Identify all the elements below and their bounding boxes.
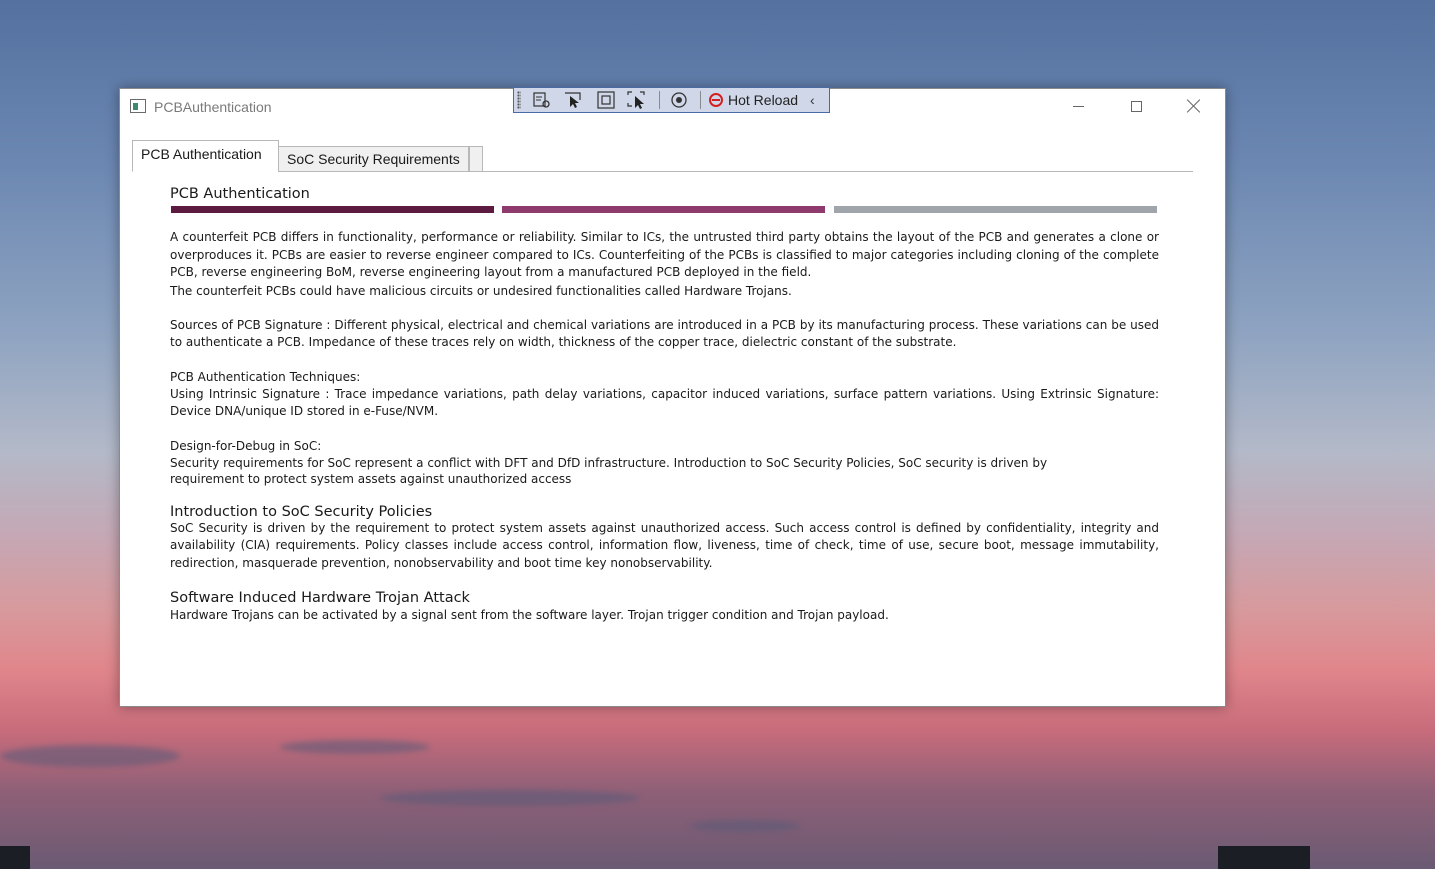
binding-failures-icon	[627, 91, 645, 109]
techniques-paragraph: Using Intrinsic Signature : Trace impeda…	[170, 386, 1159, 419]
close-button[interactable]	[1165, 89, 1223, 123]
display-layout-adorners-icon	[597, 91, 615, 109]
tab-soc-security-requirements[interactable]: SoC Security Requirements	[278, 146, 469, 172]
maximize-button[interactable]	[1107, 89, 1165, 123]
policies-title: Introduction to SoC Security Policies	[170, 503, 433, 520]
policies-paragraph: SoC Security is driven by the requiremen…	[170, 520, 1159, 570]
tab-overflow[interactable]	[469, 146, 483, 172]
techniques-heading: PCB Authentication Techniques:	[170, 369, 361, 384]
tab-strip: PCB Authentication SoC Security Requirem…	[132, 139, 1193, 172]
hot-reload-status-button[interactable]	[668, 90, 690, 110]
page-title: PCB Authentication	[170, 186, 310, 202]
hot-reload-label[interactable]: Hot Reload	[728, 92, 798, 108]
divider-bar-2	[502, 206, 825, 213]
track-focus-button[interactable]	[563, 90, 585, 110]
drag-grip-icon[interactable]	[517, 91, 521, 109]
divider-bar-1	[171, 206, 494, 213]
section-divider-bars	[170, 206, 1159, 214]
background-cloud	[690, 820, 800, 832]
intro-trojan-line: The counterfeit PCBs could have maliciou…	[170, 283, 792, 298]
binding-failures-button[interactable]	[627, 90, 649, 110]
hot-reload-stop-icon[interactable]	[709, 93, 723, 107]
toolbar-separator	[659, 91, 660, 109]
close-icon	[1187, 99, 1201, 113]
trojan-paragraph: Hardware Trojans can be activated by a s…	[170, 608, 889, 622]
app-icon	[130, 99, 146, 113]
toolbar-separator	[700, 91, 701, 109]
dfd-heading: Design-for-Debug in SoC:	[170, 438, 322, 453]
collapse-chevron-icon[interactable]: ‹	[810, 92, 815, 108]
dfd-line-2: requirement to protect system assets aga…	[170, 471, 572, 486]
minimize-button[interactable]	[1049, 89, 1107, 123]
background-building	[1218, 846, 1310, 869]
divider-bar-3	[834, 206, 1157, 213]
select-element-icon	[533, 92, 550, 108]
dfd-line-1: Security requirements for SoC represent …	[170, 455, 1048, 470]
hot-reload-toolbar: Hot Reload ‹	[513, 87, 830, 113]
background-cloud	[0, 745, 180, 767]
trojan-title: Software Induced Hardware Trojan Attack	[170, 590, 470, 606]
layout-adorners-button[interactable]	[595, 90, 617, 110]
tab-label: PCB Authentication	[141, 146, 262, 162]
app-window: PCBAuthentication PCB Authentication SoC…	[119, 88, 1226, 707]
sources-paragraph: Sources of PCB Signature : Different phy…	[170, 317, 1159, 350]
maximize-icon	[1130, 100, 1142, 112]
background-cloud	[280, 740, 430, 754]
content-panel: PCB Authentication A counterfeit PCB dif…	[170, 186, 1159, 624]
tab-pcb-authentication[interactable]: PCB Authentication	[132, 140, 279, 172]
select-element-button[interactable]	[531, 90, 553, 110]
window-title: PCBAuthentication	[154, 99, 272, 115]
intro-paragraph: A counterfeit PCB differs in functionali…	[170, 230, 1159, 279]
hot-reload-status-icon	[671, 92, 687, 108]
minimize-icon	[1072, 105, 1084, 107]
tab-label: SoC Security Requirements	[287, 151, 460, 167]
background-building	[0, 846, 30, 869]
background-cloud	[380, 790, 640, 806]
track-focus-icon	[565, 92, 581, 108]
